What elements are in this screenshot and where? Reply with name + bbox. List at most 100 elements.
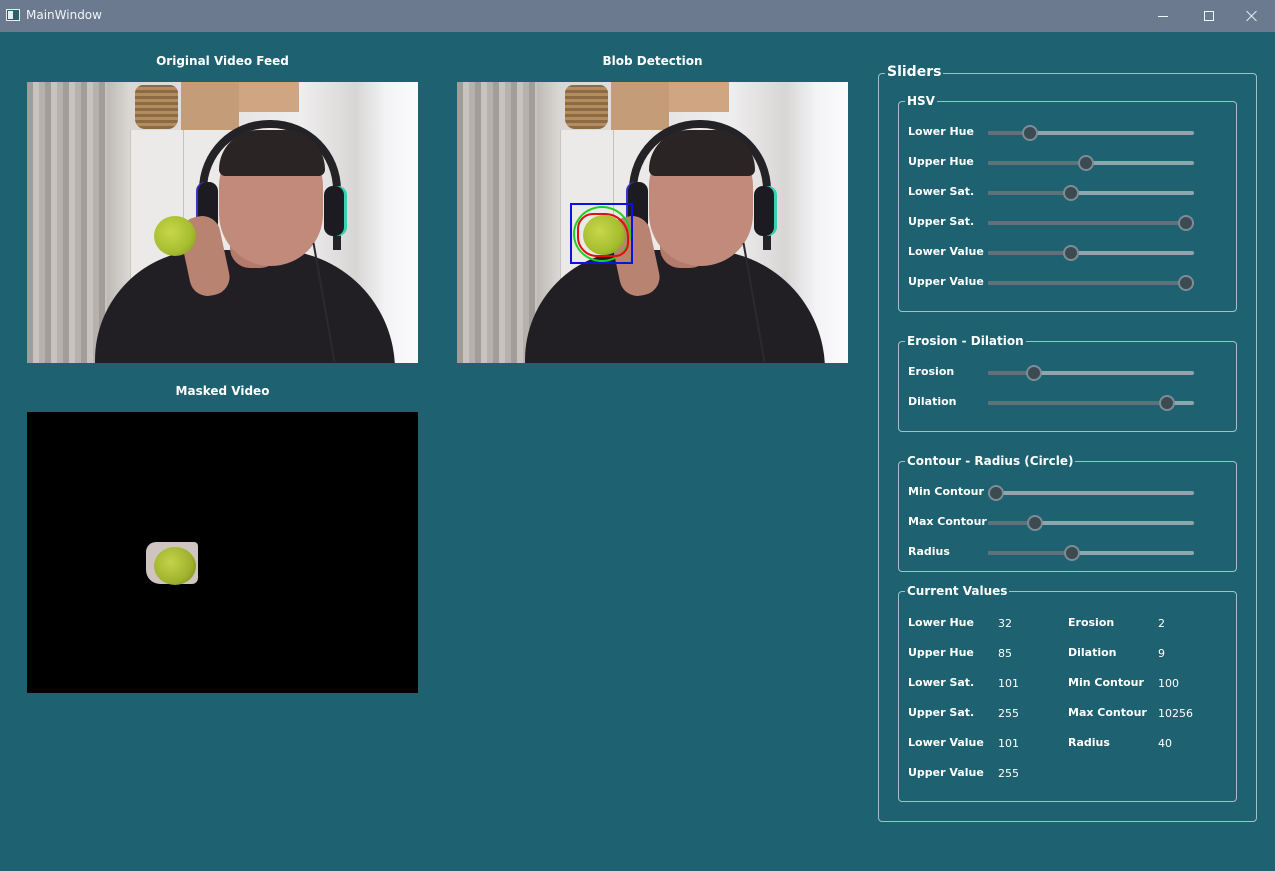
slider-row-max-contour: Max Contour [908, 514, 1208, 532]
slider-erosion[interactable] [988, 365, 1194, 381]
current-value-label-max-contour: Max Contour [1068, 706, 1147, 719]
slider-fill [988, 371, 1030, 375]
current-value-label-upper-sat: Upper Sat. [908, 706, 975, 719]
masked-video-label: Masked Video [175, 384, 270, 398]
slider-label: Dilation [908, 395, 957, 408]
headphone-cup [754, 186, 774, 236]
hsv-group: HSV Lower Hue Upper Hue Lower Sat. Upper Sa… [898, 93, 1237, 312]
slider-fill [988, 251, 1070, 255]
slider-row-min-contour: Min Contour [908, 484, 1208, 502]
slider-min-contour[interactable] [988, 485, 1194, 501]
scene-box [669, 82, 729, 112]
scene-basket [135, 85, 178, 129]
close-button[interactable] [1229, 0, 1275, 32]
slider-label: Lower Hue [908, 125, 974, 138]
hsv-group-title: HSV [905, 93, 937, 109]
slider-upper-value[interactable] [988, 275, 1194, 291]
slider-label: Upper Sat. [908, 215, 975, 228]
current-value-label-radius: Radius [1068, 736, 1110, 749]
slider-fill [988, 131, 1025, 135]
slider-row-lower-sat: Lower Sat. [908, 184, 1208, 202]
current-value-lower-value: 101 [998, 737, 1019, 750]
slider-thumb[interactable] [1026, 515, 1043, 531]
original-video-label: Original Video Feed [156, 54, 289, 68]
slider-fill [988, 401, 1174, 405]
current-value-label-upper-hue: Upper Hue [908, 646, 974, 659]
slider-lower-value[interactable] [988, 245, 1194, 261]
slider-label: Max Contour [908, 515, 987, 528]
close-icon [1246, 10, 1258, 22]
current-value-label-lower-hue: Lower Hue [908, 616, 974, 629]
masked-video-feed [27, 412, 418, 693]
slider-label: Upper Value [908, 275, 984, 288]
window-title: MainWindow [26, 8, 102, 22]
detection-contour [577, 213, 629, 257]
slider-thumb[interactable] [1063, 185, 1080, 201]
original-video-feed [27, 82, 418, 363]
current-value-upper-value: 255 [998, 767, 1019, 780]
slider-lower-sat[interactable] [988, 185, 1194, 201]
scene-box [611, 82, 669, 130]
slider-label: Lower Sat. [908, 185, 975, 198]
slider-fill [988, 221, 1194, 225]
sliders-group-title: Sliders [885, 64, 944, 80]
minimize-icon [1158, 15, 1168, 17]
current-value-radius: 40 [1158, 737, 1172, 750]
minimize-button[interactable] [1140, 0, 1186, 32]
slider-row-dilation: Dilation [908, 394, 1208, 412]
current-value-lower-hue: 32 [998, 617, 1012, 630]
slider-row-upper-sat: Upper Sat. [908, 214, 1208, 232]
slider-upper-sat[interactable] [988, 215, 1194, 231]
slider-thumb[interactable] [1178, 215, 1194, 231]
headphone-cup [324, 186, 344, 236]
current-value-erosion: 2 [1158, 617, 1165, 630]
slider-thumb[interactable] [1063, 245, 1080, 261]
slider-label: Lower Value [908, 245, 984, 258]
slider-thumb[interactable] [1178, 275, 1194, 291]
current-value-upper-sat: 255 [998, 707, 1019, 720]
current-value-label-min-contour: Min Contour [1068, 676, 1144, 689]
slider-dilation[interactable] [988, 395, 1194, 411]
current-value-lower-sat: 101 [998, 677, 1019, 690]
slider-fill [988, 191, 1070, 195]
slider-label: Radius [908, 545, 950, 558]
current-values-group: Current Values Lower Hue 32 Upper Hue 85 Low… [898, 583, 1237, 802]
current-value-label-erosion: Erosion [1068, 616, 1115, 629]
slider-row-erosion: Erosion [908, 364, 1208, 382]
slider-thumb[interactable] [1159, 395, 1175, 411]
contour-radius-group: Contour - Radius (Circle) Min Contour Max… [898, 453, 1237, 572]
masked-tennis-ball [154, 547, 196, 585]
slider-row-lower-value: Lower Value [908, 244, 1208, 262]
current-value-dilation: 9 [1158, 647, 1165, 660]
current-value-max-contour: 10256 [1158, 707, 1193, 720]
tennis-ball [154, 216, 196, 256]
current-values-group-title: Current Values [905, 583, 1010, 599]
slider-thumb[interactable] [1026, 365, 1042, 381]
erosion-dilation-group-title: Erosion - Dilation [905, 333, 1026, 349]
slider-max-contour[interactable] [988, 515, 1194, 531]
title-bar: MainWindow [0, 0, 1275, 32]
slider-thumb[interactable] [1064, 545, 1080, 561]
maximize-button[interactable] [1186, 0, 1232, 32]
app-window-icon [6, 9, 20, 21]
slider-fill [988, 161, 1086, 165]
slider-thumb[interactable] [988, 485, 1005, 501]
slider-lower-hue[interactable] [988, 125, 1194, 141]
current-value-upper-hue: 85 [998, 647, 1012, 660]
slider-thumb[interactable] [1021, 125, 1038, 141]
slider-row-upper-hue: Upper Hue [908, 154, 1208, 172]
erosion-dilation-group: Erosion - Dilation Erosion Dilation [898, 333, 1237, 432]
current-value-min-contour: 100 [1158, 677, 1179, 690]
slider-row-radius: Radius [908, 544, 1208, 562]
contour-radius-group-title: Contour - Radius (Circle) [905, 453, 1076, 469]
slider-fill [988, 521, 1031, 525]
slider-upper-hue[interactable] [988, 155, 1194, 171]
scene-curtain [27, 82, 107, 363]
slider-thumb[interactable] [1078, 155, 1095, 171]
slider-row-lower-hue: Lower Hue [908, 124, 1208, 142]
current-value-label-dilation: Dilation [1068, 646, 1117, 659]
slider-label: Min Contour [908, 485, 984, 498]
slider-radius[interactable] [988, 545, 1194, 561]
slider-label: Upper Hue [908, 155, 974, 168]
slider-label: Erosion [908, 365, 955, 378]
